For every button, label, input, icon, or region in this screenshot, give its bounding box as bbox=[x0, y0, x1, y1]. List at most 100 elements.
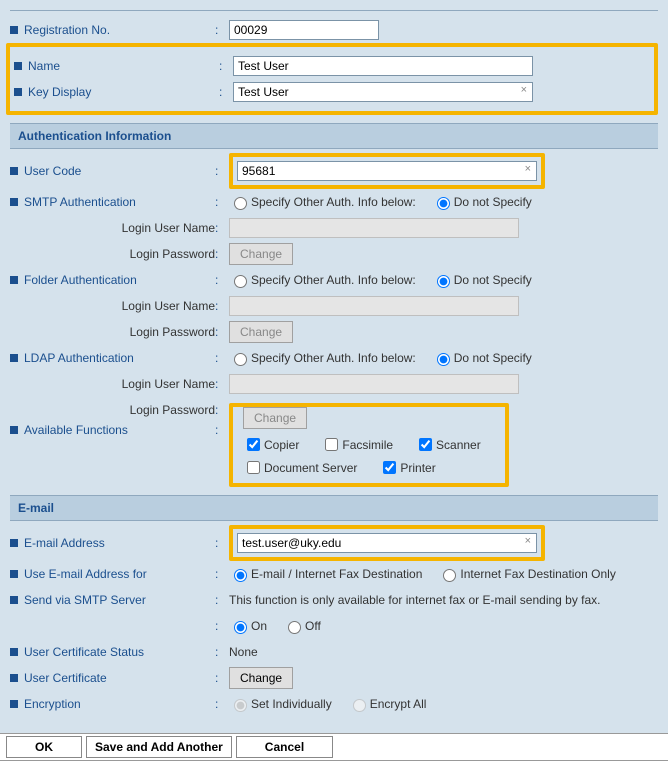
row-cert: User Certificate : Change bbox=[10, 667, 658, 689]
bullet-icon bbox=[10, 539, 18, 547]
checkbox-input[interactable] bbox=[419, 438, 432, 451]
checkbox-input[interactable] bbox=[247, 461, 260, 474]
check-facsimile[interactable]: Facsimile bbox=[321, 435, 393, 454]
login-user-label: Login User Name bbox=[122, 221, 215, 235]
send-via-note: This function is only available for inte… bbox=[229, 593, 601, 607]
radio-use-for-both[interactable]: E-mail / Internet Fax Destination bbox=[229, 566, 422, 582]
bullet-icon bbox=[10, 700, 18, 708]
radio-input[interactable] bbox=[443, 569, 456, 582]
clear-icon[interactable]: × bbox=[525, 535, 531, 547]
clear-icon[interactable]: × bbox=[521, 84, 527, 96]
radio-input[interactable] bbox=[437, 353, 450, 366]
colon: : bbox=[219, 85, 233, 99]
bullet-icon bbox=[10, 198, 18, 206]
row-email-address: E-mail Address : × bbox=[10, 527, 658, 559]
bullet-icon bbox=[10, 26, 18, 34]
row-folder-pass: Login Password : Change bbox=[10, 321, 658, 343]
section-auth: Authentication Information bbox=[10, 123, 658, 149]
row-user-code: User Code : × bbox=[10, 155, 658, 187]
bullet-icon bbox=[10, 596, 18, 604]
ok-button[interactable]: OK bbox=[6, 736, 82, 758]
ldap-login-user-input bbox=[229, 374, 519, 394]
row-use-email-for: Use E-mail Address for : E-mail / Intern… bbox=[10, 563, 658, 585]
reg-no-label: Registration No. bbox=[24, 23, 110, 37]
radio-smtp-on[interactable]: On bbox=[229, 618, 267, 634]
radio-label: Specify Other Auth. Info below: bbox=[251, 351, 416, 365]
send-via-smtp-label: Send via SMTP Server bbox=[24, 593, 146, 607]
radio-input[interactable] bbox=[234, 275, 247, 288]
radio-ldap-dont[interactable]: Do not Specify bbox=[432, 350, 532, 366]
radio-ldap-specify[interactable]: Specify Other Auth. Info below: bbox=[229, 350, 416, 366]
radio-folder-specify[interactable]: Specify Other Auth. Info below: bbox=[229, 272, 416, 288]
colon: : bbox=[215, 164, 229, 178]
ldap-auth-label: LDAP Authentication bbox=[24, 351, 134, 365]
checkbox-input[interactable] bbox=[383, 461, 396, 474]
radio-label: Specify Other Auth. Info below: bbox=[251, 273, 416, 287]
bullet-icon bbox=[10, 276, 18, 284]
folder-login-user-input bbox=[229, 296, 519, 316]
cancel-button[interactable]: Cancel bbox=[236, 736, 333, 758]
colon: : bbox=[215, 195, 229, 209]
radio-label: Do not Specify bbox=[454, 195, 532, 209]
login-user-label: Login User Name bbox=[122, 299, 215, 313]
radio-label: Do not Specify bbox=[454, 351, 532, 365]
radio-input[interactable] bbox=[234, 621, 247, 634]
radio-folder-dont[interactable]: Do not Specify bbox=[432, 272, 532, 288]
email-address-input[interactable] bbox=[237, 533, 537, 553]
save-add-another-button[interactable]: Save and Add Another bbox=[86, 736, 232, 758]
bullet-icon bbox=[10, 167, 18, 175]
name-input[interactable] bbox=[233, 56, 533, 76]
highlight-name-key: Name : Key Display : × bbox=[6, 43, 658, 115]
reg-no-input[interactable] bbox=[229, 20, 379, 40]
change-cert-button[interactable]: Change bbox=[229, 667, 293, 689]
smtp-login-user-input bbox=[229, 218, 519, 238]
row-smtp-pass: Login Password : Change bbox=[10, 243, 658, 265]
bullet-icon bbox=[10, 426, 18, 434]
login-user-label: Login User Name bbox=[122, 377, 215, 391]
check-document-server[interactable]: Document Server bbox=[243, 458, 357, 477]
row-registration-no: Registration No. : bbox=[10, 19, 658, 41]
row-name: Name : bbox=[14, 55, 650, 77]
radio-input[interactable] bbox=[234, 569, 247, 582]
radio-enc-all[interactable]: Encrypt All bbox=[348, 696, 427, 712]
check-printer[interactable]: Printer bbox=[379, 458, 435, 477]
checkbox-input[interactable] bbox=[325, 438, 338, 451]
bullet-icon bbox=[10, 354, 18, 362]
check-copier[interactable]: Copier bbox=[243, 435, 299, 454]
radio-label: Off bbox=[305, 619, 321, 633]
change-pass-smtp-button: Change bbox=[229, 243, 293, 265]
radio-label: Do not Specify bbox=[454, 273, 532, 287]
colon: : bbox=[215, 23, 229, 37]
colon: : bbox=[219, 59, 233, 73]
checkbox-input[interactable] bbox=[247, 438, 260, 451]
radio-smtp-specify[interactable]: Specify Other Auth. Info below: bbox=[229, 194, 416, 210]
cert-label: User Certificate bbox=[24, 671, 107, 685]
user-code-input[interactable] bbox=[237, 161, 537, 181]
radio-enc-individual[interactable]: Set Individually bbox=[229, 696, 332, 712]
row-send-via-onoff: : On Off bbox=[10, 615, 658, 637]
radio-input bbox=[234, 699, 247, 712]
smtp-auth-label: SMTP Authentication bbox=[24, 195, 136, 209]
radio-label: Encrypt All bbox=[370, 697, 427, 711]
highlight-user-code: × bbox=[229, 153, 545, 189]
bullet-icon bbox=[14, 62, 22, 70]
check-label: Facsimile bbox=[342, 438, 393, 452]
email-address-label: E-mail Address bbox=[24, 536, 105, 550]
footer: OK Save and Add Another Cancel bbox=[0, 733, 668, 761]
radio-label: Set Individually bbox=[251, 697, 332, 711]
radio-smtp-off[interactable]: Off bbox=[283, 618, 321, 634]
radio-input[interactable] bbox=[234, 353, 247, 366]
radio-input[interactable] bbox=[437, 275, 450, 288]
radio-use-for-ifax[interactable]: Internet Fax Destination Only bbox=[438, 566, 615, 582]
radio-input[interactable] bbox=[234, 197, 247, 210]
radio-input[interactable] bbox=[437, 197, 450, 210]
radio-input[interactable] bbox=[288, 621, 301, 634]
row-folder-auth: Folder Authentication : Specify Other Au… bbox=[10, 269, 658, 291]
section-email: E-mail bbox=[10, 495, 658, 521]
check-scanner[interactable]: Scanner bbox=[415, 435, 481, 454]
radio-label: Internet Fax Destination Only bbox=[460, 567, 615, 581]
key-display-input[interactable] bbox=[233, 82, 533, 102]
radio-smtp-dont[interactable]: Do not Specify bbox=[432, 194, 532, 210]
bullet-icon bbox=[10, 570, 18, 578]
clear-icon[interactable]: × bbox=[525, 163, 531, 175]
